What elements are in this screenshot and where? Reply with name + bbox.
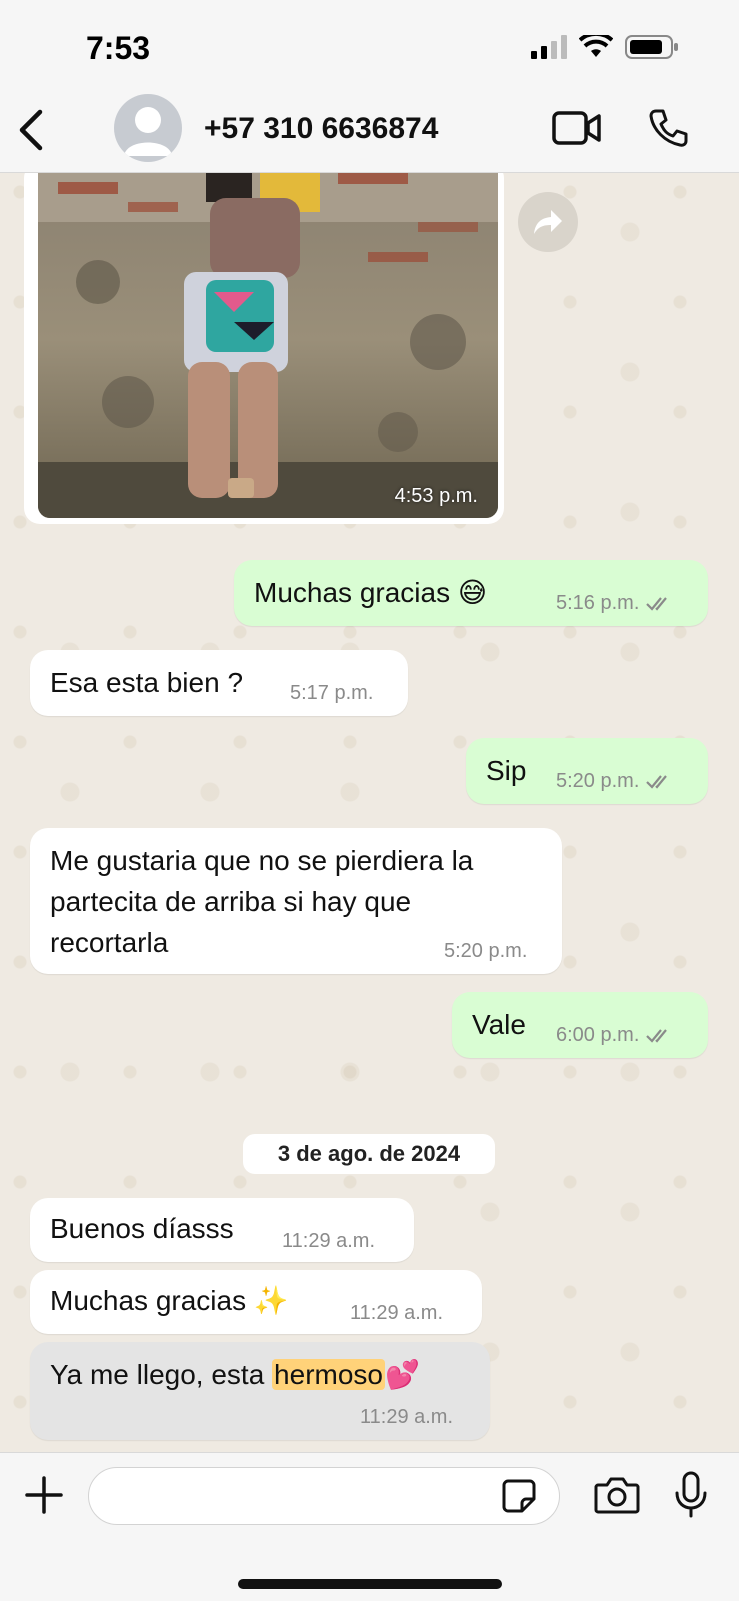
message-incoming[interactable]: Muchas gracias ✨ 11:29 a.m. [30, 1270, 482, 1334]
message-text: Vale [472, 1009, 526, 1040]
message-meta: 5:16 p.m. [556, 592, 675, 615]
voice-call-button[interactable] [648, 108, 688, 153]
default-avatar-icon [124, 107, 172, 156]
message-meta: 6:00 p.m. [556, 1024, 675, 1047]
message-time: 5:17 p.m. [290, 682, 374, 704]
message-meta: 11:29 a.m. [350, 1302, 443, 1325]
message-text-line: partecita de arriba si hay que [50, 886, 412, 917]
message-text: Buenos díasss [50, 1213, 234, 1244]
message-time: 11:29 a.m. [350, 1302, 444, 1324]
back-button[interactable] [14, 108, 48, 152]
chevron-left-icon [19, 109, 43, 151]
microphone-icon [675, 1471, 707, 1518]
sticker-icon [502, 1479, 536, 1513]
sticker-button[interactable] [502, 1479, 536, 1518]
message-incoming[interactable]: Me gustaria que no se pierdiera la parte… [30, 828, 562, 974]
message-time: 5:20 p.m. [444, 940, 528, 962]
message-time: 11:29 a.m. [360, 1406, 454, 1428]
message-text: Esa esta bien ? [50, 667, 244, 698]
message-meta: 11:29 a.m. [360, 1406, 453, 1429]
status-icons [531, 34, 679, 60]
message-meta: 5:17 p.m. [290, 682, 373, 705]
message-time: 11:29 a.m. [282, 1230, 376, 1252]
message-meta: 11:29 a.m. [282, 1230, 375, 1253]
message-text-line: Me gustaria que no se pierdiera la [50, 845, 474, 876]
message-time: 6:00 p.m. [556, 1024, 640, 1046]
message-incoming-highlighted[interactable]: Ya me llego, esta hermoso💕 11:29 a.m. [30, 1342, 490, 1440]
camera-icon [594, 1477, 640, 1514]
home-indicator [238, 1579, 502, 1589]
message-text-before: Ya me llego, esta [50, 1359, 273, 1390]
message-time: 5:16 p.m. [556, 592, 640, 614]
status-time: 7:53 [86, 30, 151, 66]
video-call-button[interactable] [552, 110, 602, 151]
battery-icon [625, 35, 678, 59]
message-incoming[interactable]: Buenos díasss 11:29 a.m. [30, 1198, 414, 1262]
photo-image [38, 172, 498, 518]
camera-button[interactable] [594, 1475, 640, 1520]
image-message[interactable]: 4:53 p.m. [24, 172, 504, 524]
message-meta: 5:20 p.m. [444, 940, 527, 963]
message-outgoing[interactable]: Muchas gracias 😅 5:16 p.m. [234, 560, 708, 626]
message-text: Sip [486, 755, 527, 786]
image-timestamp: 4:53 p.m. [394, 485, 478, 507]
contact-name[interactable]: +57 310 6636874 [204, 112, 438, 146]
forward-arrow-icon [534, 210, 562, 234]
message-outgoing[interactable]: Sip 5:20 p.m. [466, 738, 708, 804]
date-separator: 3 de ago. de 2024 [243, 1134, 495, 1174]
top-bar: 7:53 +57 310 6636874 [0, 0, 739, 173]
message-meta: 5:20 p.m. [556, 770, 675, 793]
message-input[interactable] [88, 1467, 560, 1525]
signal-icon [531, 35, 567, 59]
double-check-icon [646, 596, 668, 611]
chat-area[interactable]: 4:53 p.m. Muchas gracias 😅 5:16 p.m. Esa… [0, 172, 739, 1452]
message-incoming[interactable]: Esa esta bien ? 5:17 p.m. [30, 650, 408, 716]
message-time: 5:20 p.m. [556, 770, 640, 792]
message-text: Muchas gracias ✨ [50, 1285, 289, 1316]
avatar[interactable] [114, 94, 182, 162]
phone-icon [649, 109, 688, 147]
attach-button[interactable] [24, 1475, 64, 1520]
forward-button[interactable] [518, 192, 578, 252]
composer-bar [0, 1452, 739, 1601]
video-camera-icon [552, 111, 601, 145]
plus-icon [25, 1476, 63, 1514]
photo[interactable]: 4:53 p.m. [38, 172, 498, 518]
wifi-icon [579, 35, 613, 57]
double-check-icon [646, 1028, 668, 1043]
double-check-icon [646, 774, 668, 789]
message-text-line: recortarla [50, 927, 169, 958]
message-outgoing[interactable]: Vale 6:00 p.m. [452, 992, 708, 1058]
message-text: Muchas gracias 😅 [254, 577, 488, 608]
message-text: Ya me llego, esta hermoso💕 [50, 1354, 420, 1395]
search-highlight: hermoso [272, 1359, 385, 1390]
message-emoji: 💕 [384, 1359, 420, 1390]
voice-message-button[interactable] [674, 1471, 708, 1524]
